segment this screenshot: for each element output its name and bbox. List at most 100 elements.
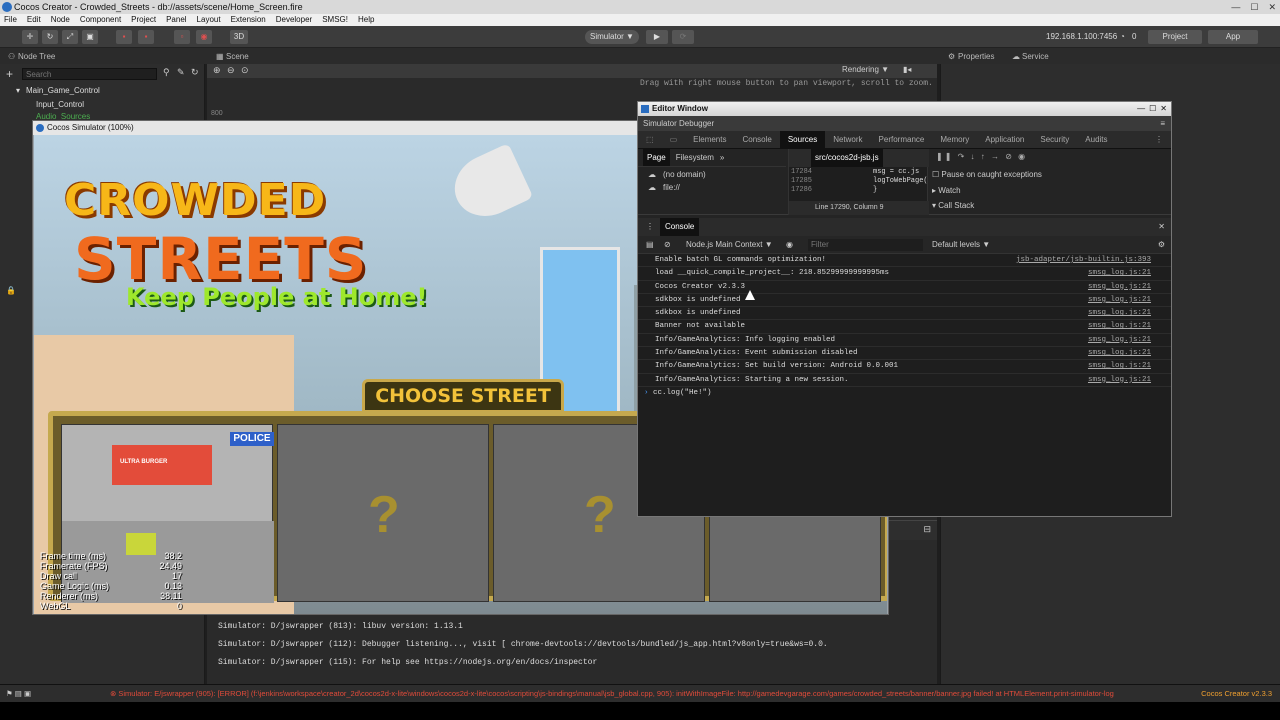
source-link[interactable]: jsb-adapter/jsb-builtin.js:393 bbox=[1016, 254, 1151, 267]
source-link[interactable]: smsg_log.js:21 bbox=[1088, 307, 1151, 320]
debugger-controls-icon[interactable]: ❚❚ ↷ ↓ ↑ → ⊘ ◉ bbox=[936, 152, 1027, 161]
inspect-icon[interactable]: ⬚ bbox=[638, 131, 662, 148]
clear-console-icon[interactable]: ⊘ bbox=[664, 236, 671, 254]
call-stack-section[interactable]: ▾ Call Stack bbox=[932, 201, 974, 210]
street-card-2[interactable]: ? bbox=[277, 424, 489, 602]
tab-security[interactable]: Security bbox=[1032, 131, 1077, 148]
menu-help[interactable]: Help bbox=[358, 14, 374, 26]
tab-elements[interactable]: Elements bbox=[685, 131, 734, 148]
scale-tool-icon[interactable]: ⤢ bbox=[62, 30, 78, 44]
locked-icon: ? bbox=[584, 486, 616, 544]
source-link[interactable]: smsg_log.js:21 bbox=[1088, 320, 1151, 333]
source-link[interactable]: smsg_log.js:21 bbox=[1088, 294, 1151, 307]
pivot-icon[interactable]: ▪ bbox=[138, 30, 154, 44]
nav-tab-page[interactable]: Page bbox=[643, 149, 670, 166]
camera-icon[interactable]: ▮◂ bbox=[903, 65, 911, 74]
rendering-select[interactable]: Rendering ▼ bbox=[842, 65, 889, 74]
sidebar-toggle-icon[interactable]: ▤ bbox=[646, 236, 654, 254]
drawer-close-icon[interactable]: ✕ bbox=[1158, 218, 1165, 236]
console-settings-icon[interactable]: ⚙ bbox=[1158, 236, 1165, 254]
search-icon[interactable]: ⚲ bbox=[163, 67, 170, 78]
error-message[interactable]: ⊗ Simulator: E/jswrapper (905): [ERROR] … bbox=[110, 685, 1190, 703]
app-button[interactable]: App bbox=[1208, 30, 1258, 44]
tab-service[interactable]: Service bbox=[1022, 50, 1049, 64]
console-filter-input[interactable]: Filter bbox=[808, 239, 923, 251]
simulator-select[interactable]: Simulator ▼ bbox=[585, 30, 639, 44]
tab-node-tree[interactable]: Node Tree bbox=[18, 50, 55, 64]
lock-icon[interactable]: 🔒 bbox=[6, 286, 16, 295]
menu-extension[interactable]: Extension bbox=[231, 14, 266, 26]
source-link[interactable]: smsg_log.js:21 bbox=[1088, 347, 1151, 360]
menu-developer[interactable]: Developer bbox=[276, 14, 312, 26]
menu-panel[interactable]: Panel bbox=[166, 14, 186, 26]
anchor-icon[interactable]: ▪ bbox=[116, 30, 132, 44]
tab-console[interactable]: Console bbox=[734, 131, 779, 148]
tab-memory[interactable]: Memory bbox=[932, 131, 977, 148]
tab-sources[interactable]: Sources bbox=[779, 131, 826, 148]
tree-no-domain[interactable]: (no domain) bbox=[663, 170, 706, 179]
nav-tab-more[interactable]: » bbox=[720, 149, 724, 166]
tree-node-input-control[interactable]: Input_Control bbox=[36, 100, 84, 109]
code-editor[interactable]: src/cocos2d-jsb.js 17284 17285 17286 msg =… bbox=[788, 149, 929, 215]
refresh-icon[interactable]: ⟳ bbox=[672, 30, 694, 44]
tree-expand-icon[interactable]: ▾ bbox=[16, 86, 20, 95]
rect-tool-icon[interactable]: ▣ bbox=[82, 30, 98, 44]
play-icon[interactable]: ▶ bbox=[646, 30, 668, 44]
add-node-icon[interactable]: + bbox=[6, 67, 13, 81]
close-button[interactable]: ✕ bbox=[1268, 0, 1276, 14]
console-input[interactable]: › cc.log("He!") bbox=[638, 387, 1171, 400]
editor-minimize-button[interactable]: — bbox=[1137, 102, 1145, 116]
local-icon[interactable]: ▫ bbox=[174, 30, 190, 44]
more-vert-icon[interactable]: ⋮ bbox=[1147, 131, 1171, 148]
tab-properties[interactable]: Properties bbox=[958, 50, 994, 64]
tab-application[interactable]: Application bbox=[977, 131, 1032, 148]
menu-edit[interactable]: Edit bbox=[27, 14, 41, 26]
console-drawer-tab[interactable]: Console bbox=[660, 218, 700, 236]
rotate-tool-icon[interactable]: ↻ bbox=[42, 30, 58, 44]
source-link[interactable]: smsg_log.js:21 bbox=[1088, 360, 1151, 373]
tab-audits[interactable]: Audits bbox=[1077, 131, 1115, 148]
refresh-tree-icon[interactable]: ↻ bbox=[191, 67, 199, 78]
move-tool-icon[interactable]: ✛ bbox=[22, 30, 38, 44]
tree-file[interactable]: file:// bbox=[663, 183, 680, 192]
tab-scene[interactable]: Scene bbox=[226, 50, 249, 64]
pause-caught-row[interactable]: ☐ Pause on caught exceptions bbox=[932, 170, 1042, 179]
maximize-button[interactable]: ☐ bbox=[1250, 0, 1258, 14]
tab-network[interactable]: Network bbox=[825, 131, 870, 148]
context-select[interactable]: Node.js Main Context ▼ bbox=[686, 236, 773, 254]
minimize-button[interactable]: — bbox=[1231, 0, 1240, 14]
zoom-out-icon[interactable]: ⊖ bbox=[227, 65, 235, 76]
source-link[interactable]: smsg_log.js:21 bbox=[1088, 281, 1151, 294]
editor-close-button[interactable]: ✕ bbox=[1160, 102, 1167, 116]
eye-icon[interactable]: ◉ bbox=[786, 236, 793, 254]
device-icon[interactable]: ▭ bbox=[662, 131, 686, 148]
menu-layout[interactable]: Layout bbox=[197, 14, 221, 26]
zoom-fit-icon[interactable]: ⊙ bbox=[241, 65, 249, 76]
menu-icon[interactable]: ≡ bbox=[1160, 116, 1165, 131]
source-link[interactable]: smsg_log.js:21 bbox=[1088, 374, 1151, 387]
menu-component[interactable]: Component bbox=[80, 14, 121, 26]
drawer-menu-icon[interactable]: ⋮ bbox=[646, 218, 654, 236]
menu-project[interactable]: Project bbox=[131, 14, 156, 26]
edit-icon[interactable]: ✎ bbox=[177, 67, 185, 78]
zoom-in-icon[interactable]: ⊕ bbox=[213, 65, 221, 76]
global-icon[interactable]: ◉ bbox=[196, 30, 212, 44]
status-icons[interactable]: ⚑ ▤ ▣ bbox=[6, 685, 31, 703]
menu-file[interactable]: File bbox=[4, 14, 17, 26]
source-link[interactable]: smsg_log.js:21 bbox=[1088, 267, 1151, 280]
watch-section[interactable]: ▸ Watch bbox=[932, 186, 961, 195]
3d-toggle-button[interactable]: 3D bbox=[230, 30, 248, 44]
editor-maximize-button[interactable]: ☐ bbox=[1149, 102, 1156, 116]
tree-node-main-game-control[interactable]: Main_Game_Control bbox=[26, 86, 100, 95]
tab-performance[interactable]: Performance bbox=[871, 131, 933, 148]
nav-tab-filesystem[interactable]: Filesystem bbox=[676, 149, 714, 166]
file-tab[interactable]: src/cocos2d-jsb.js bbox=[811, 149, 883, 167]
panel-close-icon[interactable]: ⊟ bbox=[923, 524, 931, 535]
menu-smsg[interactable]: SMSG! bbox=[322, 14, 348, 26]
project-button[interactable]: Project bbox=[1148, 30, 1202, 44]
node-search-input[interactable] bbox=[22, 68, 157, 80]
console-log[interactable]: Enable batch GL commands optimization! js… bbox=[638, 254, 1171, 516]
menu-node[interactable]: Node bbox=[51, 14, 70, 26]
levels-select[interactable]: Default levels ▼ bbox=[932, 236, 990, 254]
source-link[interactable]: smsg_log.js:21 bbox=[1088, 334, 1151, 347]
